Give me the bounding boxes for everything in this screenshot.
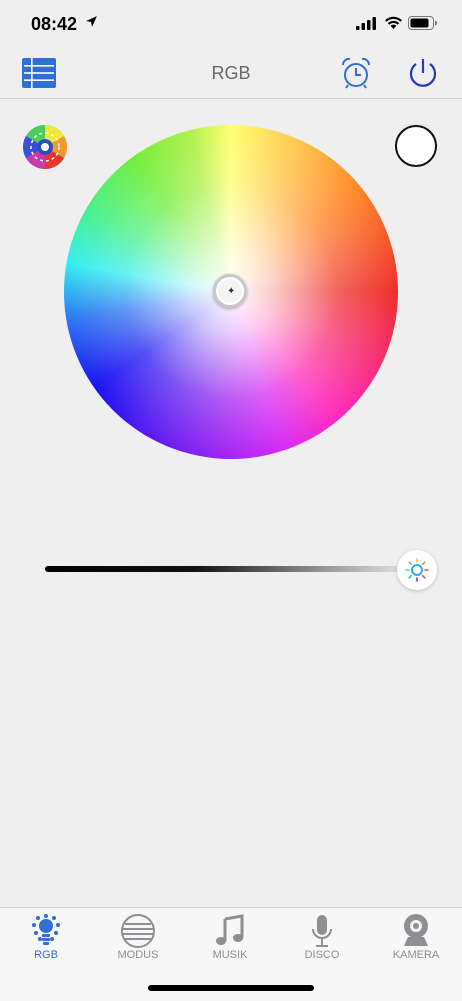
status-time: 08:42 xyxy=(31,14,78,34)
location-arrow-icon xyxy=(86,16,97,27)
selected-color-preview xyxy=(395,125,437,167)
microphone-icon xyxy=(312,915,332,947)
tab-rgb[interactable]: RGB xyxy=(0,908,92,968)
power-icon[interactable] xyxy=(406,56,440,90)
tab-musik[interactable]: MUSIK xyxy=(184,908,276,968)
camera-icon xyxy=(404,914,428,946)
page-title: RGB xyxy=(211,63,251,83)
brightness-slider-track[interactable] xyxy=(45,566,420,572)
tab-label: MODUS xyxy=(117,949,159,961)
alarm-clock-icon[interactable] xyxy=(340,56,372,90)
wifi-icon xyxy=(385,16,402,29)
home-indicator xyxy=(148,985,314,991)
tab-label: MUSIK xyxy=(212,949,248,961)
bulb-icon xyxy=(32,914,60,945)
battery-icon xyxy=(408,16,437,30)
color-palette-icon[interactable] xyxy=(22,124,68,170)
music-note-icon xyxy=(216,914,244,945)
picker-crosshair-icon: ✦ xyxy=(227,286,236,297)
tab-label: RGB xyxy=(34,949,58,961)
brightness-slider-thumb[interactable] xyxy=(397,550,437,590)
tab-label: KAMERA xyxy=(392,949,440,961)
color-wheel[interactable]: ✦ xyxy=(64,125,398,459)
modes-icon xyxy=(121,914,155,948)
status-bar: 08:42 xyxy=(0,0,462,48)
navigation-bar: RGB xyxy=(0,48,462,99)
tab-modus[interactable]: MODUS xyxy=(92,908,184,968)
tab-label: DISCO xyxy=(304,949,340,961)
tab-disco[interactable]: DISCO xyxy=(276,908,368,968)
color-picker-handle[interactable]: ✦ xyxy=(213,274,247,308)
tab-kamera[interactable]: KAMERA xyxy=(370,908,462,968)
cellular-signal-icon xyxy=(356,17,376,30)
